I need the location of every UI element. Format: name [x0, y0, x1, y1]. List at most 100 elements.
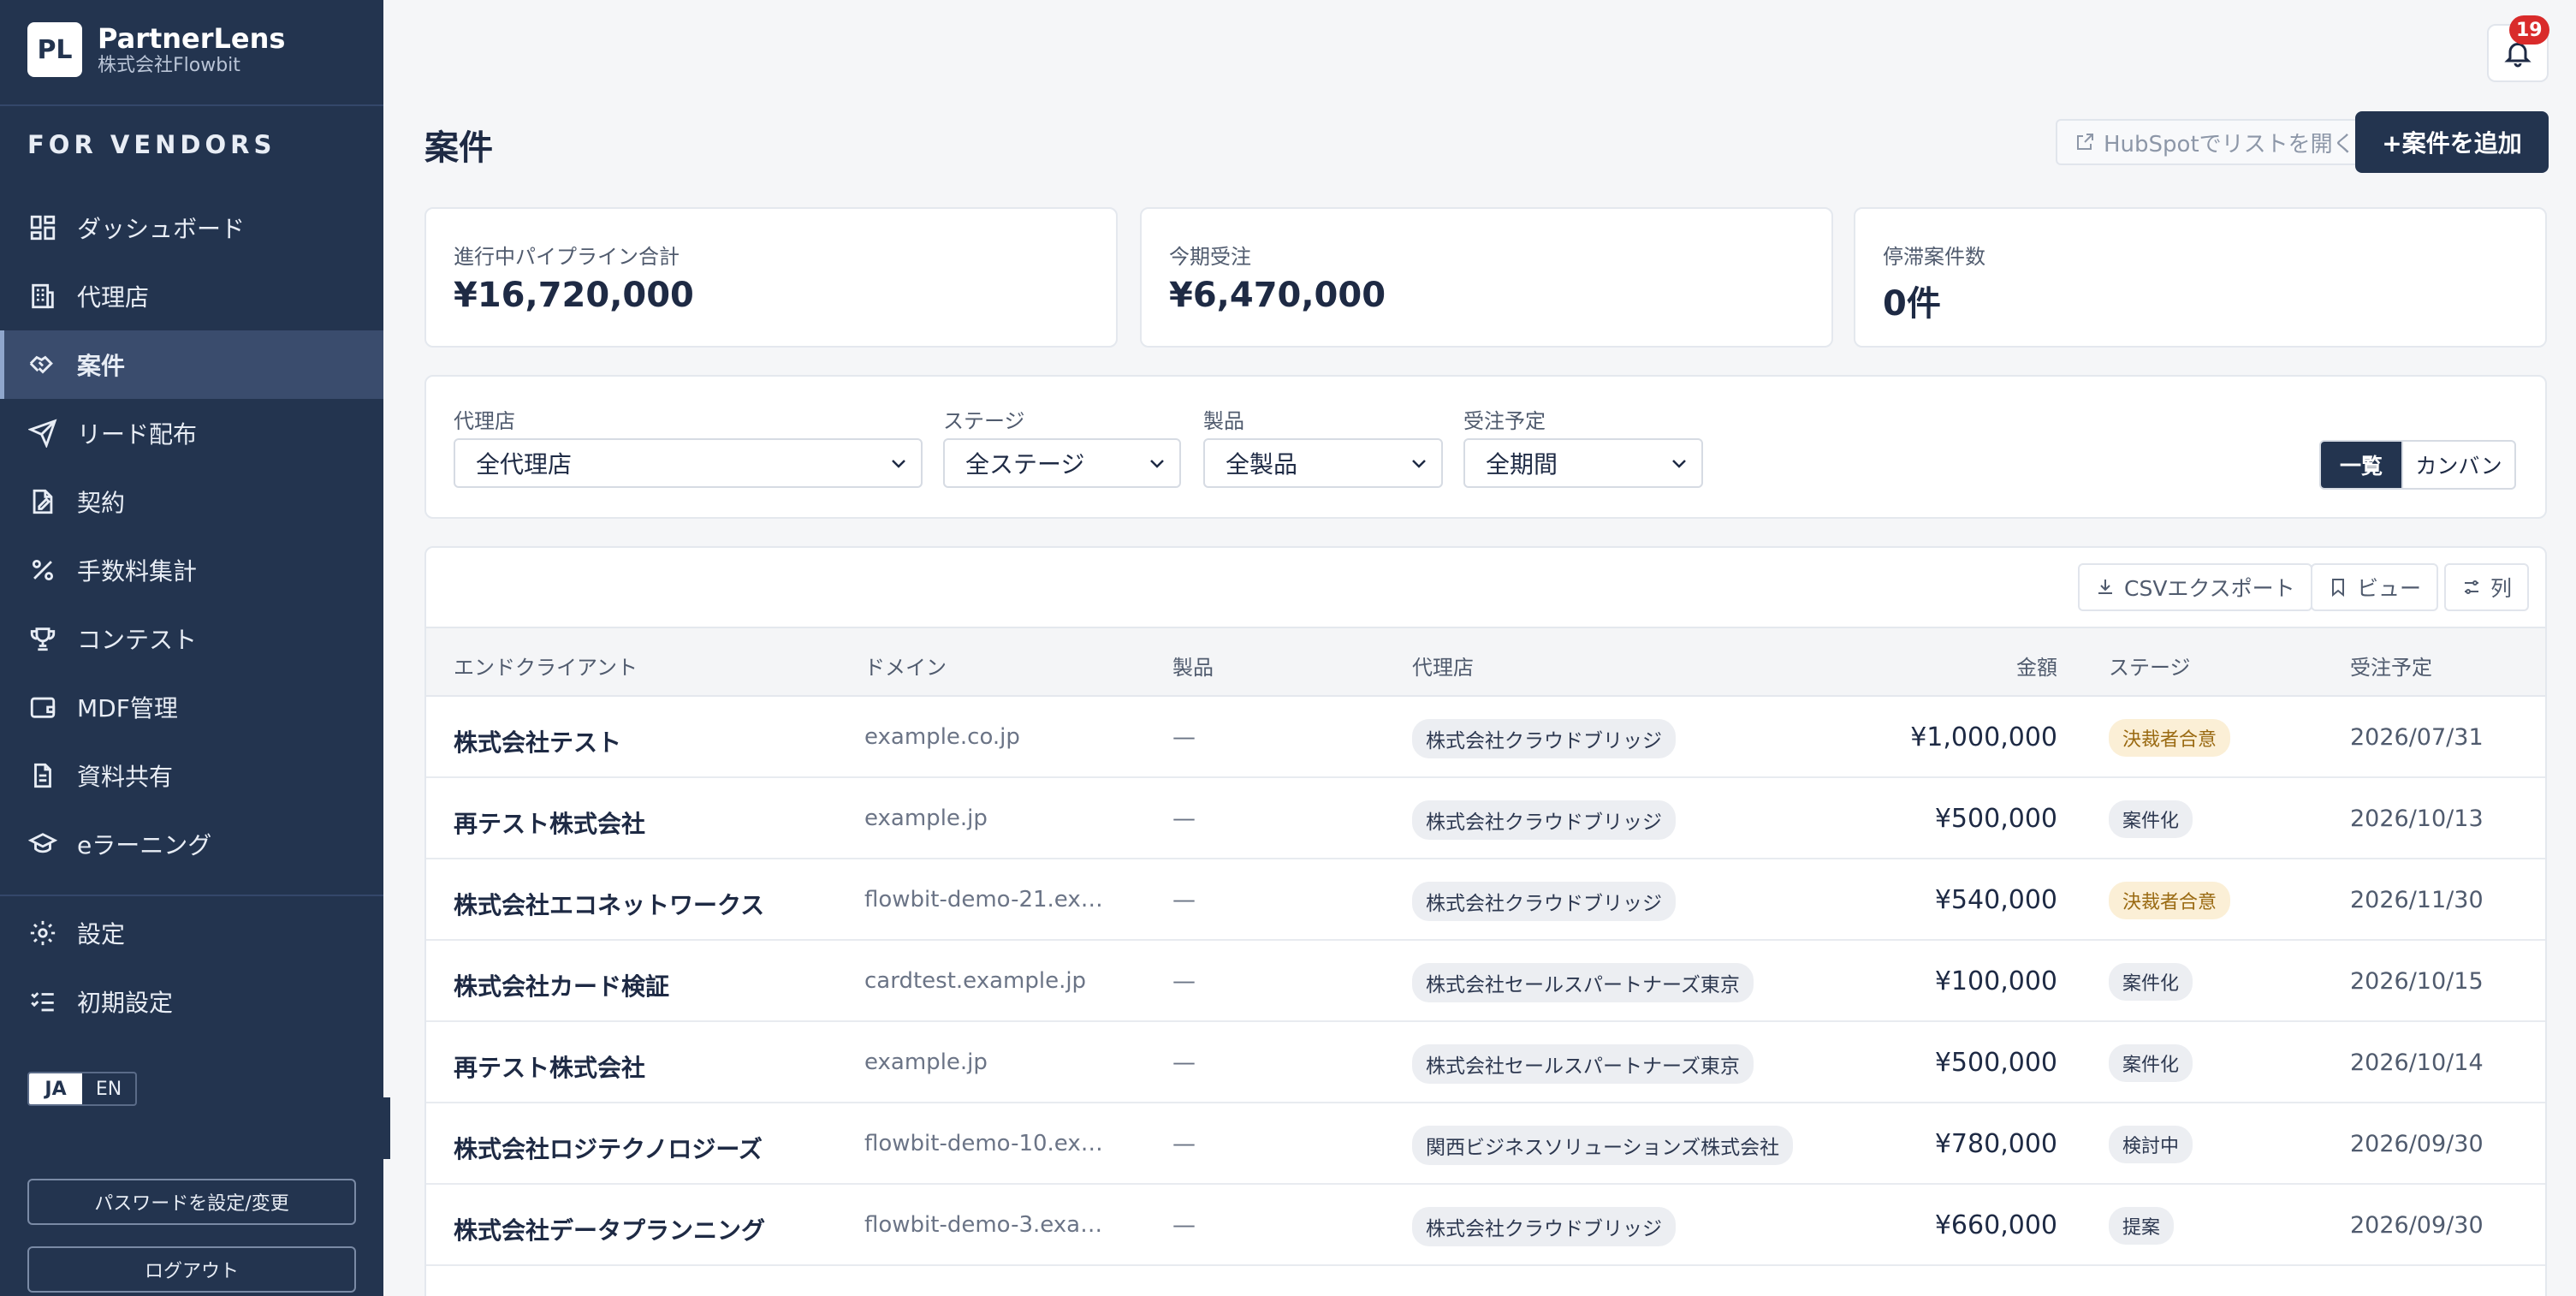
view-list-button[interactable]: 一覧	[2321, 442, 2401, 488]
sidebar-item-elearning[interactable]: eラーニング	[0, 810, 383, 878]
cell-date: 2026/09/30	[2350, 1131, 2484, 1157]
sidebar-item-lead-distribution[interactable]: リード配布	[0, 399, 383, 467]
cell-client[interactable]: 株式会社テスト	[454, 724, 621, 758]
columns-label: 列	[2490, 576, 2513, 601]
cell-product: —	[1172, 1212, 1196, 1239]
sidebar-divider	[0, 104, 383, 106]
cell-domain: example.co.jp	[864, 724, 1020, 750]
cell-domain: cardtest.example.jp	[864, 968, 1087, 994]
column-header-date[interactable]: 受注予定	[2350, 651, 2432, 681]
brand[interactable]: PL PartnerLens 株式会社Flowbit	[27, 22, 285, 77]
table-row[interactable]: 株式会社ロジテクノロジーズ flowbit-demo-10.exa… — 関西ビ…	[426, 1103, 2545, 1185]
agency-chip: 株式会社セールスパートナーズ東京	[1412, 963, 1754, 1002]
column-header-stage[interactable]: ステージ	[2109, 651, 2191, 681]
column-header-amount[interactable]: 金額	[2016, 651, 2057, 681]
cell-amount: ¥100,000	[1934, 966, 2057, 996]
column-header-client[interactable]: エンドクライアント	[454, 651, 638, 681]
sidebar-resize-handle[interactable]	[383, 1097, 390, 1159]
sidebar-section-title: FOR VENDORS	[27, 130, 276, 159]
cell-amount: ¥540,000	[1934, 885, 2057, 915]
sidebar-item-contracts[interactable]: 契約	[0, 467, 383, 536]
sidebar-item-initial-setup[interactable]: 初期設定	[0, 967, 383, 1036]
cell-date: 2026/11/30	[2350, 887, 2484, 913]
table-row[interactable]: 株式会社カード検証 cardtest.example.jp — 株式会社セールス…	[426, 941, 2545, 1022]
document-icon	[27, 760, 58, 791]
cell-client[interactable]: 株式会社データプランニング	[454, 1212, 765, 1246]
logout-button[interactable]: ログアウト	[27, 1246, 356, 1293]
stage-badge: 案件化	[2109, 1044, 2193, 1082]
sidebar-item-dashboard[interactable]: ダッシュボード	[0, 193, 383, 262]
view-kanban-button[interactable]: カンバン	[2401, 442, 2514, 488]
percent-icon	[27, 555, 58, 586]
filter-agency-select[interactable]: 全代理店	[454, 438, 923, 488]
sidebar-item-agencies[interactable]: 代理店	[0, 262, 383, 330]
brand-logo: PL	[27, 22, 82, 77]
sidebar-nav-bottom: 設定 初期設定	[0, 899, 383, 1036]
column-header-agency[interactable]: 代理店	[1412, 651, 1474, 681]
stage-badge: 決裁者合意	[2109, 882, 2231, 919]
cell-client[interactable]: 株式会社エコネットワークス	[454, 887, 764, 921]
sidebar-divider	[0, 895, 383, 896]
stage-badge: 提案	[2109, 1207, 2175, 1245]
sidebar-item-label: 代理店	[77, 283, 150, 312]
filter-stage-select[interactable]: 全ステージ	[943, 438, 1181, 488]
sidebar-nav: ダッシュボード 代理店 案件 リード配布 契約 手数料集計 コンテスト MDF管…	[0, 193, 383, 878]
table-row-partial[interactable]	[426, 1266, 2545, 1296]
cell-client[interactable]: 再テスト株式会社	[454, 806, 645, 840]
sidebar-item-deals[interactable]: 案件	[0, 330, 383, 399]
handshake-icon	[27, 349, 58, 380]
stage-badge: 案件化	[2109, 800, 2193, 838]
chevron-down-icon	[1150, 460, 1164, 468]
filter-stage-value: 全ステージ	[965, 450, 1085, 479]
sidebar-item-documents[interactable]: 資料共有	[0, 741, 383, 810]
add-deal-button[interactable]: +案件を追加	[2355, 111, 2549, 173]
sidebar-item-contest[interactable]: コンテスト	[0, 604, 383, 673]
sidebar-item-label: eラーニング	[77, 831, 212, 859]
chevron-down-icon	[1412, 460, 1426, 468]
gear-icon	[27, 918, 58, 948]
sidebar-item-label: 案件	[77, 352, 126, 380]
cell-product: —	[1172, 887, 1196, 913]
saved-view-button[interactable]: ビュー	[2311, 563, 2439, 611]
csv-export-button[interactable]: CSVエクスポート	[2078, 563, 2312, 611]
brand-name: PartnerLens	[98, 22, 286, 55]
lang-en-button[interactable]: EN	[82, 1073, 135, 1104]
contract-icon	[27, 486, 58, 517]
sidebar: PL PartnerLens 株式会社Flowbit FOR VENDORS ダ…	[0, 0, 383, 1296]
table-row[interactable]: 株式会社テスト example.co.jp — 株式会社クラウドブリッジ ¥1,…	[426, 697, 2545, 778]
sidebar-item-settings[interactable]: 設定	[0, 899, 383, 967]
column-header-domain[interactable]: ドメイン	[864, 651, 947, 681]
lang-ja-button[interactable]: JA	[29, 1073, 82, 1104]
table-row[interactable]: 株式会社エコネットワークス flowbit-demo-21.exa… — 株式会…	[426, 859, 2545, 941]
agency-chip: 関西ビジネスソリューションズ株式会社	[1412, 1126, 1794, 1165]
hubspot-link-button[interactable]: HubSpotでリストを開く	[2056, 119, 2374, 165]
cell-client[interactable]: 株式会社カード検証	[454, 968, 669, 1002]
sliders-icon	[2465, 580, 2478, 594]
filter-expected-select[interactable]: 全期間	[1463, 438, 1703, 488]
stat-label: 今期受注	[1169, 245, 1251, 269]
building-icon	[27, 281, 58, 312]
filter-expected-label: 受注予定	[1463, 409, 1546, 433]
external-link-icon	[2077, 134, 2093, 150]
columns-button[interactable]: 列	[2444, 563, 2530, 611]
filter-product-select[interactable]: 全製品	[1203, 438, 1443, 488]
table-row[interactable]: 再テスト株式会社 example.jp — 株式会社セールスパートナーズ東京 ¥…	[426, 1022, 2545, 1103]
change-password-button[interactable]: パスワードを設定/変更	[27, 1179, 356, 1225]
stat-card-won: 今期受注 ¥6,470,000	[1140, 207, 1833, 348]
table-row[interactable]: 再テスト株式会社 example.jp — 株式会社クラウドブリッジ ¥500,…	[426, 778, 2545, 859]
cell-product: —	[1172, 1049, 1196, 1076]
cell-client[interactable]: 株式会社ロジテクノロジーズ	[454, 1131, 763, 1165]
sidebar-item-mdf[interactable]: MDF管理	[0, 673, 383, 741]
cell-domain: flowbit-demo-10.exa…	[864, 1131, 1104, 1156]
cell-product: —	[1172, 968, 1196, 995]
sidebar-item-commission[interactable]: 手数料集計	[0, 536, 383, 604]
sidebar-item-label: MDF管理	[77, 694, 178, 722]
sidebar-item-label: リード配布	[77, 420, 198, 449]
graduation-cap-icon	[27, 829, 58, 859]
column-header-product[interactable]: 製品	[1172, 651, 1214, 681]
filter-stage-label: ステージ	[943, 409, 1025, 433]
cell-product: —	[1172, 806, 1196, 832]
cell-amount: ¥500,000	[1934, 1048, 2057, 1078]
cell-client[interactable]: 再テスト株式会社	[454, 1049, 645, 1084]
table-row[interactable]: 株式会社データプランニング flowbit-demo-3.exam… — 株式会…	[426, 1185, 2545, 1266]
